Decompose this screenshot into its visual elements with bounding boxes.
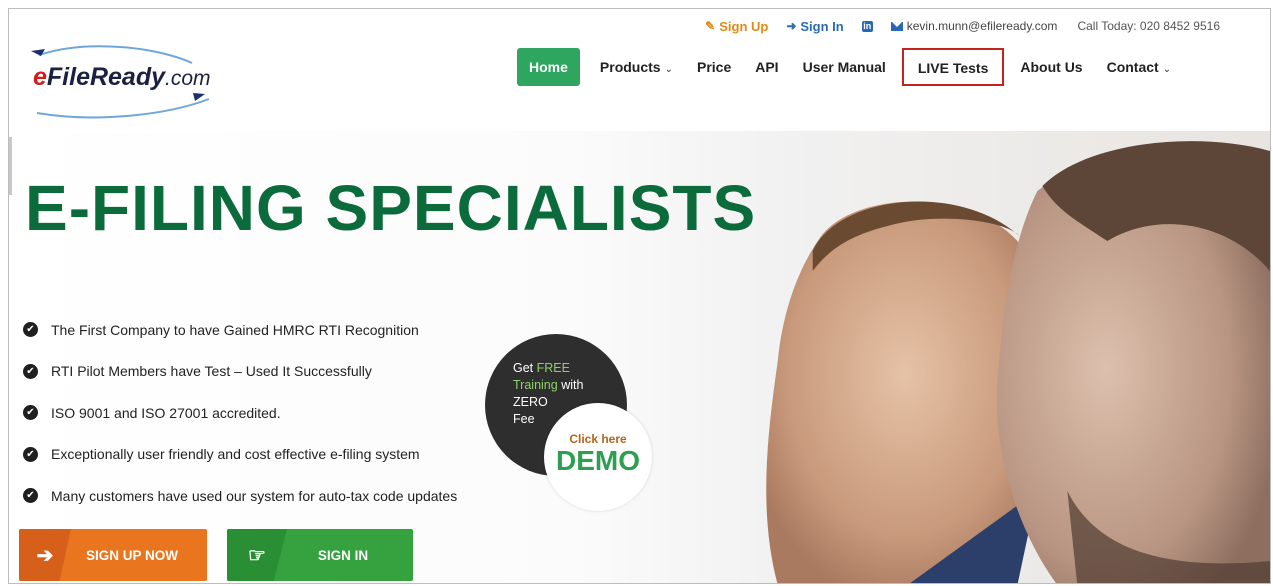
feature-list: ✔ The First Company to have Gained HMRC R…	[23, 309, 457, 517]
nav-user-manual-label: User Manual	[802, 59, 886, 75]
main-nav: Home Products ⌄ Price API User Manual LIV…	[517, 48, 1183, 86]
nav-live-tests-label: LIVE Tests	[917, 60, 989, 76]
sign-in-button[interactable]: ☞ SIGN IN	[227, 529, 413, 581]
nav-user-manual[interactable]: User Manual	[791, 48, 898, 86]
hero-divider	[9, 137, 12, 195]
feature-text: Exceptionally user friendly and cost eff…	[51, 446, 420, 463]
logo-e: e	[33, 63, 47, 91]
check-circle-icon: ✔	[23, 363, 38, 379]
sign-up-now-button[interactable]: ➔ SIGN UP NOW	[19, 529, 207, 581]
call-text: Call Today: 020 8452 9516	[1077, 19, 1220, 33]
email-text: kevin.munn@efileready.com	[906, 19, 1058, 33]
nav-price-label: Price	[696, 59, 732, 75]
badge-fee: Fee	[513, 412, 535, 426]
feature-text: The First Company to have Gained HMRC RT…	[51, 321, 419, 338]
badge-training: Training	[513, 378, 558, 392]
signup-link[interactable]: ✎ Sign Up	[705, 19, 768, 34]
hero-title: E-FILING SPECIALISTS	[25, 172, 757, 244]
nav-products-label: Products	[599, 59, 661, 75]
arrow-right-icon: ➔	[19, 529, 71, 581]
nav-products[interactable]: Products ⌄	[588, 48, 685, 86]
feature-text: ISO 9001 and ISO 27001 accredited.	[51, 404, 281, 421]
nav-about-us[interactable]: About Us	[1008, 48, 1094, 86]
edit-icon: ✎	[705, 19, 716, 33]
signin-link[interactable]: ➜ Sign In	[786, 19, 843, 34]
check-circle-icon: ✔	[23, 405, 38, 421]
email-link[interactable]: kevin.munn@efileready.com	[890, 19, 1058, 33]
thumbs-up-icon: ☞	[227, 529, 287, 581]
linkedin-icon[interactable]: in	[861, 20, 873, 32]
nav-home[interactable]: Home	[517, 48, 580, 86]
signin-label: Sign In	[800, 18, 844, 34]
badge-free: FREE	[536, 361, 570, 375]
nav-about-us-label: About Us	[1020, 59, 1083, 75]
demo-text: DEMO	[556, 445, 640, 476]
list-item: ✔ Exceptionally user friendly and cost ef…	[23, 434, 457, 476]
nav-api[interactable]: API	[743, 48, 790, 86]
logo[interactable]: eFileReady.com	[27, 41, 217, 123]
list-item: ✔ The First Company to have Gained HMRC R…	[23, 309, 457, 351]
badge-with: with	[561, 378, 584, 392]
nav-contact[interactable]: Contact ⌄	[1095, 48, 1184, 86]
check-circle-icon: ✔	[23, 322, 38, 338]
check-circle-icon: ✔	[23, 446, 38, 462]
nav-price[interactable]: Price	[685, 48, 743, 86]
badge-zero: ZERO	[513, 395, 548, 409]
demo-badge[interactable]: Click here DEMO	[544, 403, 652, 511]
page-frame: eFileReady.com ✎ Sign Up ➜ Sign In in ke…	[8, 8, 1271, 584]
click-here-text: Click here	[569, 432, 627, 446]
badge-get: Get	[513, 361, 534, 375]
check-circle-icon: ✔	[23, 488, 38, 504]
hero-section: E-FILING SPECIALISTS ✔ The First Company …	[9, 131, 1270, 583]
feature-text: RTI Pilot Members have Test – Used It Su…	[51, 363, 372, 380]
chevron-down-icon: ⌄	[664, 64, 673, 75]
nav-contact-label: Contact	[1106, 59, 1159, 75]
feature-text: Many customers have used our system for …	[51, 487, 458, 504]
envelope-icon	[890, 21, 903, 31]
nav-api-label: API	[755, 59, 779, 75]
sign-up-now-label: SIGN UP NOW	[85, 547, 178, 563]
logo-suffix: .com	[165, 67, 211, 90]
list-item: ✔ Many customers have used our system for…	[23, 475, 457, 517]
signup-label: Sign Up	[719, 18, 769, 34]
chevron-down-icon: ⌄	[1162, 64, 1172, 75]
nav-home-label: Home	[529, 59, 568, 75]
nav-live-tests[interactable]: LIVE Tests	[901, 48, 1005, 86]
logo-name: FileReady	[46, 63, 166, 91]
list-item: ✔ RTI Pilot Members have Test – Used It S…	[23, 351, 457, 393]
site-header: eFileReady.com ✎ Sign Up ➜ Sign In in ke…	[9, 9, 1270, 131]
list-item: ✔ ISO 9001 and ISO 27001 accredited.	[23, 392, 457, 434]
sign-in-icon: ➜	[786, 19, 797, 33]
top-bar: ✎ Sign Up ➜ Sign In in kevin.munn@efiler…	[705, 16, 1220, 36]
sign-in-label: SIGN IN	[317, 547, 369, 563]
